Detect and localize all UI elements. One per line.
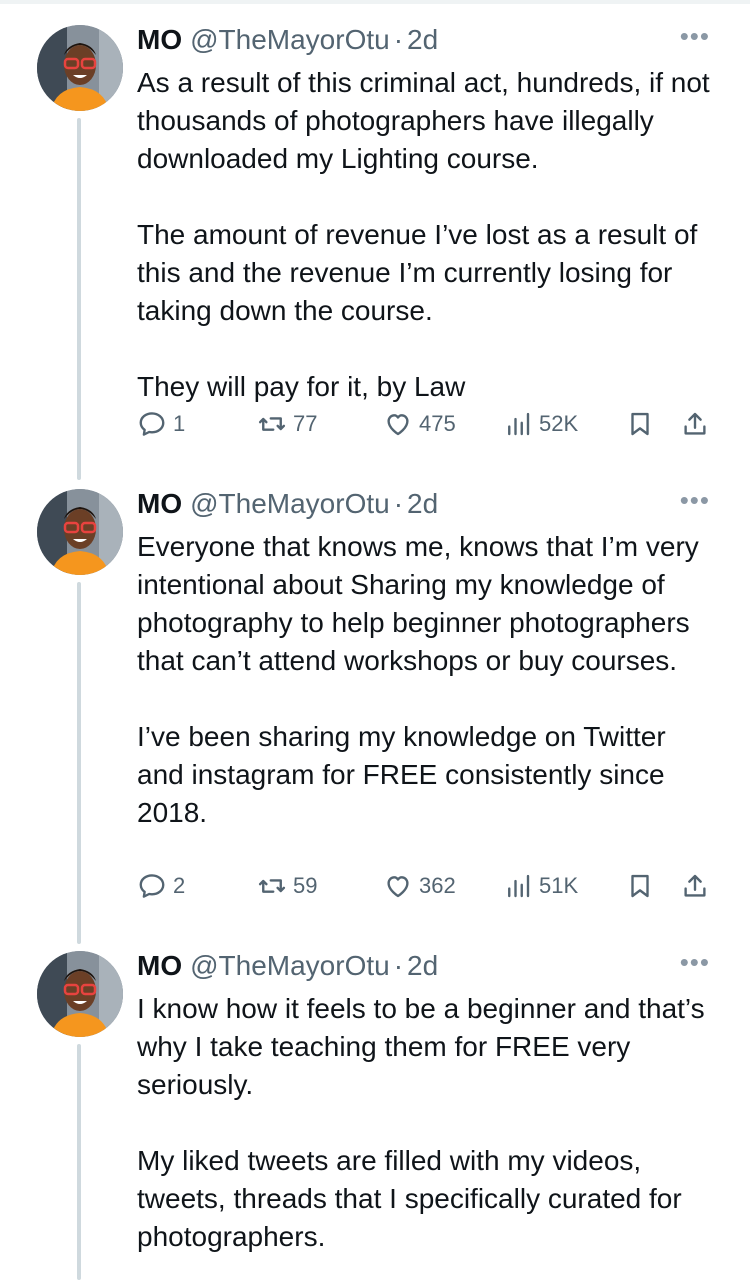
author-handle[interactable]: @TheMayorOtu [190, 488, 390, 520]
reply-button[interactable]: 2 [137, 871, 185, 901]
retweet-count: 59 [293, 873, 318, 898]
avatar[interactable] [37, 489, 123, 575]
timestamp[interactable]: 2d [407, 950, 438, 982]
author-handle[interactable]: @TheMayorOtu [190, 950, 390, 982]
share-button[interactable] [680, 409, 710, 439]
avatar-photo [37, 951, 123, 1037]
separator-dot: · [393, 24, 404, 55]
tweet-text: I know how it feels to be a beginner and… [137, 990, 717, 1256]
avatar[interactable] [37, 25, 123, 111]
author-name[interactable]: MO [137, 24, 182, 56]
tweet-paragraph: I know how it feels to be a beginner and… [137, 993, 705, 1100]
views-button[interactable]: 52K [503, 409, 578, 439]
author-handle[interactable]: @TheMayorOtu [190, 24, 390, 56]
retweet-icon [258, 417, 286, 431]
tweet-text: As a result of this criminal act, hundre… [137, 64, 717, 406]
tweet-paragraph: The amount of revenue I’ve lost as a res… [137, 219, 698, 326]
share-icon [684, 412, 706, 435]
like-count: 475 [419, 411, 456, 436]
tweet-paragraph: My liked tweets are filled with my video… [137, 1145, 682, 1252]
reply-count: 1 [173, 411, 186, 436]
tweet-2[interactable]: MO @TheMayorOtu · 2d ••• Everyone that k… [0, 484, 750, 944]
bookmark-button[interactable] [625, 871, 655, 901]
action-bar: 1 77 475 52K [137, 409, 717, 449]
heart-icon [387, 414, 409, 436]
reply-icon [139, 874, 165, 898]
reply-count: 2 [173, 873, 186, 898]
avatar-photo [37, 489, 123, 575]
more-options-icon[interactable]: ••• [680, 487, 710, 513]
retweet-icon [258, 879, 286, 893]
tweet-3[interactable]: MO @TheMayorOtu · 2d ••• I know how it f… [0, 946, 750, 1280]
tweet-paragraph: Everyone that knows me, knows that I’m v… [137, 531, 699, 676]
tweet-header: MO @TheMayorOtu · 2d [137, 484, 438, 524]
share-button[interactable] [680, 871, 710, 901]
timestamp[interactable]: 2d [407, 24, 438, 56]
reply-button[interactable]: 1 [137, 409, 185, 439]
avatar[interactable] [37, 951, 123, 1037]
bookmark-button[interactable] [625, 409, 655, 439]
tweet-1[interactable]: MO @TheMayorOtu · 2d ••• As a result of … [0, 20, 750, 480]
thread-connector-line [77, 582, 81, 944]
views-count: 51K [539, 873, 579, 898]
heart-icon [387, 876, 409, 898]
views-icon [508, 412, 530, 436]
share-icon [684, 874, 706, 897]
tweet-paragraph: I’ve been sharing my knowledge on Twitte… [137, 721, 666, 828]
avatar-photo [37, 25, 123, 111]
like-button[interactable]: 475 [383, 409, 456, 439]
top-divider [0, 0, 750, 4]
retweet-count: 77 [293, 411, 318, 436]
action-bar: 2 59 362 51K [137, 871, 717, 911]
thread-connector-line [77, 118, 81, 480]
more-options-icon[interactable]: ••• [680, 23, 710, 49]
like-button[interactable]: 362 [383, 871, 456, 901]
views-icon [508, 874, 530, 898]
more-options-icon[interactable]: ••• [680, 949, 710, 975]
reply-icon [139, 412, 165, 436]
tweet-paragraph: They will pay for it, by Law [137, 371, 466, 402]
views-count: 52K [539, 411, 579, 436]
author-name[interactable]: MO [137, 488, 182, 520]
tweet-header: MO @TheMayorOtu · 2d [137, 946, 438, 986]
tweet-paragraph: As a result of this criminal act, hundre… [137, 67, 710, 174]
retweet-button[interactable]: 77 [257, 409, 317, 439]
bookmark-icon [631, 412, 649, 436]
retweet-button[interactable]: 59 [257, 871, 317, 901]
thread-connector-line [77, 1044, 81, 1280]
views-button[interactable]: 51K [503, 871, 578, 901]
author-name[interactable]: MO [137, 950, 182, 982]
tweet-header: MO @TheMayorOtu · 2d [137, 20, 438, 60]
bookmark-icon [631, 874, 649, 898]
separator-dot: · [393, 950, 404, 981]
like-count: 362 [419, 873, 456, 898]
timestamp[interactable]: 2d [407, 488, 438, 520]
separator-dot: · [393, 488, 404, 519]
tweet-text: Everyone that knows me, knows that I’m v… [137, 528, 717, 832]
